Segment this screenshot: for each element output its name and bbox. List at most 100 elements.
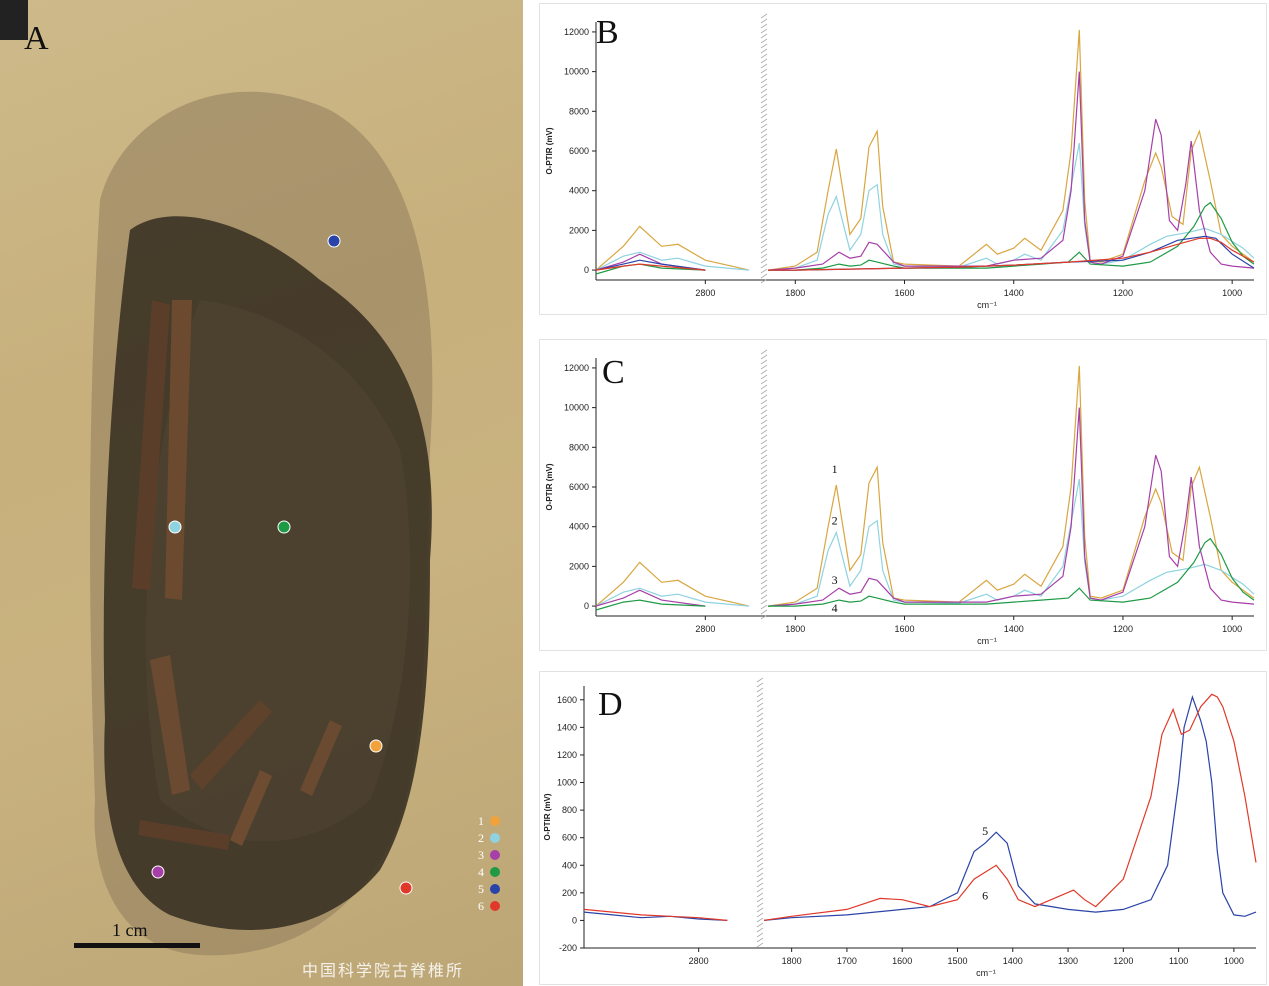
- sample-dot-4: [277, 520, 291, 534]
- series-annotation: 2: [832, 514, 838, 528]
- series-line: [763, 693, 1257, 921]
- legend-item: 6: [476, 899, 518, 913]
- watermark: 中国科学院古脊椎所: [302, 961, 465, 980]
- panel-d: -200 0 200 400 600 800 1000 1200 1400 1600 2800 180…: [540, 672, 1266, 984]
- axis-break: [756, 677, 764, 948]
- x-tick-label: 1200: [1113, 956, 1133, 966]
- x-tick-label: 1400: [1004, 624, 1024, 634]
- legend-swatch: [490, 850, 500, 860]
- panel-c: 0 2000 4000 6000 8000 10000 12000 2800 1800 1600 1…: [540, 340, 1266, 650]
- series-annotation: 4: [832, 601, 838, 615]
- sample-dot-5: [327, 234, 341, 248]
- panel-letter-d: D: [598, 686, 623, 723]
- series-line: [583, 911, 728, 921]
- y-tick-label: 10000: [564, 67, 589, 77]
- y-tick-label: 1000: [557, 778, 577, 788]
- y-tick-label: 6000: [569, 482, 589, 492]
- legend-swatch: [490, 816, 500, 826]
- x-tick-label: 1200: [1113, 288, 1133, 298]
- y-tick-label: 2000: [569, 225, 589, 235]
- series-annotation: 3: [832, 573, 838, 587]
- x-tick-label: 1800: [782, 956, 802, 966]
- y-tick-label: 200: [562, 888, 577, 898]
- x-tick-label: 2800: [695, 288, 715, 298]
- y-axis-label: O-PTIR (mV): [545, 127, 554, 174]
- legend-swatch: [490, 867, 500, 877]
- y-tick-label: 600: [562, 833, 577, 843]
- legend-item: 1: [476, 814, 518, 828]
- y-tick-label: -200: [559, 943, 577, 953]
- x-tick-label: 2800: [695, 624, 715, 634]
- legend-number: 1: [478, 814, 484, 828]
- series-line: [767, 478, 1255, 607]
- legend-item: 5: [476, 882, 518, 896]
- x-tick-label: 1200: [1113, 624, 1133, 634]
- legend-number: 4: [478, 865, 484, 879]
- x-tick-label: 1800: [785, 288, 805, 298]
- y-tick-label: 12000: [564, 27, 589, 37]
- legend-swatch: [490, 884, 500, 894]
- legend-item: 4: [476, 865, 518, 879]
- series-line: [768, 237, 1255, 271]
- sample-dot-1: [369, 739, 383, 753]
- y-tick-label: 8000: [569, 442, 589, 452]
- legend-item: 3: [476, 848, 518, 862]
- legend-number: 3: [478, 848, 484, 862]
- y-axis-label: O-PTIR (mV): [543, 793, 552, 840]
- chart-d: -200 0 200 400 600 800 1000 1200 1400 1600 2800 180…: [543, 677, 1257, 978]
- x-tick-label: 1100: [1169, 956, 1188, 966]
- series-annotation: 5: [982, 824, 988, 838]
- y-tick-label: 8000: [569, 106, 589, 116]
- series-line: [767, 142, 1255, 271]
- x-tick-label: 1600: [895, 288, 915, 298]
- x-axis-label: cm⁻¹: [976, 968, 996, 978]
- fossil-photo: A 1 cm 中国科学院古脊椎所 1 2 3 4 5 6: [0, 0, 523, 986]
- y-tick-label: 4000: [569, 186, 589, 196]
- y-tick-label: 12000: [564, 363, 589, 373]
- sample-dot-2: [168, 520, 182, 534]
- panel-letter-a: A: [24, 20, 49, 57]
- series-line: [583, 908, 728, 921]
- y-tick-label: 0: [572, 915, 577, 925]
- x-tick-label: 1700: [837, 956, 857, 966]
- sample-legend: 1 2 3 4 5 6: [476, 814, 518, 924]
- legend-swatch: [490, 901, 500, 911]
- y-tick-label: 6000: [569, 146, 589, 156]
- y-tick-label: 1600: [557, 695, 577, 705]
- x-tick-label: 1400: [1003, 956, 1023, 966]
- x-tick-label: 2800: [689, 956, 709, 966]
- x-tick-label: 1000: [1224, 956, 1244, 966]
- panel-letter-b: B: [596, 14, 619, 51]
- series-line: [763, 694, 1257, 921]
- fossil-drawing: [0, 0, 433, 956]
- panel-letter-c: C: [602, 354, 625, 391]
- y-axis-label: O-PTIR (mV): [545, 463, 554, 510]
- legend-number: 2: [478, 831, 484, 845]
- y-tick-label: 1200: [557, 750, 577, 760]
- series-annotation: 1: [832, 462, 838, 476]
- chart-c: 0 2000 4000 6000 8000 10000 12000 2800 1800 1600 1…: [545, 349, 1255, 646]
- y-tick-label: 0: [584, 601, 589, 611]
- series-line: [767, 407, 1255, 607]
- x-axis-label: cm⁻¹: [977, 636, 997, 646]
- x-tick-label: 1300: [1058, 956, 1078, 966]
- legend-swatch: [490, 833, 500, 843]
- panel-b: 0 2000 4000 6000 8000 10000 12000 2800 1800 1600 1…: [540, 4, 1266, 314]
- y-tick-label: 10000: [564, 403, 589, 413]
- x-tick-label: 1000: [1222, 624, 1242, 634]
- x-tick-label: 1600: [892, 956, 912, 966]
- x-axis-label: cm⁻¹: [977, 300, 997, 310]
- series-annotation: 6: [982, 889, 988, 903]
- x-tick-label: 1600: [895, 624, 915, 634]
- axis-break: [760, 349, 768, 620]
- sample-dot-6: [399, 881, 413, 895]
- y-tick-label: 800: [562, 805, 577, 815]
- sample-dot-3: [151, 865, 165, 879]
- scale-bar-label: 1 cm: [112, 920, 148, 940]
- scale-bar: [74, 943, 200, 948]
- x-tick-label: 1400: [1004, 288, 1024, 298]
- y-tick-label: 4000: [569, 522, 589, 532]
- legend-number: 6: [478, 899, 484, 913]
- x-tick-label: 1500: [947, 956, 967, 966]
- y-tick-label: 400: [562, 860, 577, 870]
